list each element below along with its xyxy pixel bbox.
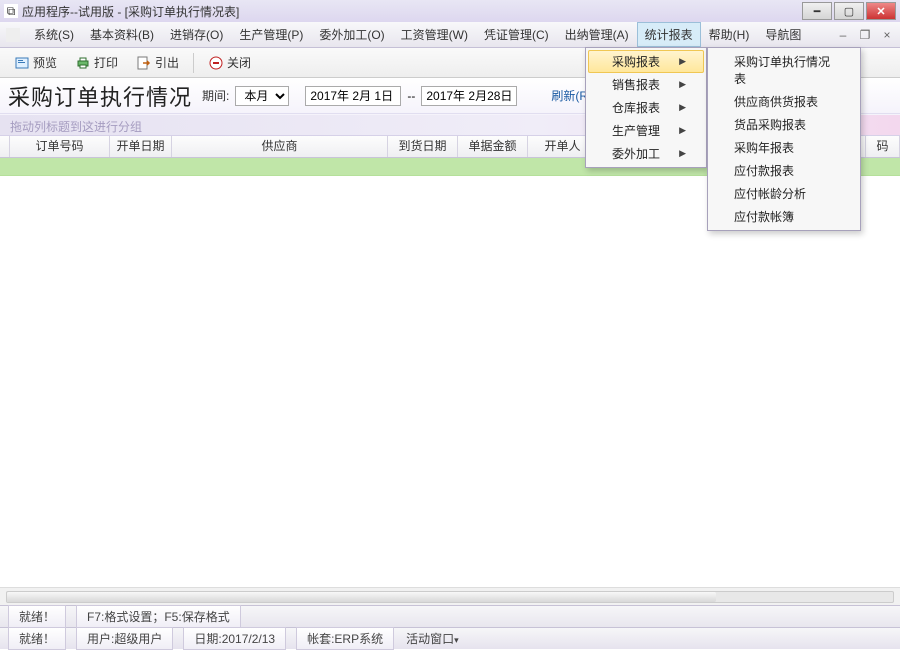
- window-titlebar: ⧉ 应用程序--试用版 - [采购订单执行情况表] ━ ▢ ✕: [0, 0, 900, 22]
- mdi-close-icon[interactable]: ×: [880, 28, 894, 42]
- minimize-button[interactable]: ━: [802, 2, 832, 20]
- menu-production[interactable]: 生产管理(P): [231, 22, 311, 47]
- menu-navmap[interactable]: 导航图: [757, 22, 809, 47]
- preview-icon: [14, 55, 30, 71]
- toolbar-separator: [193, 53, 194, 73]
- submenu-production-reports[interactable]: 生产管理▶: [588, 119, 704, 142]
- submenu-warehouse-reports[interactable]: 仓库报表▶: [588, 96, 704, 119]
- col-code[interactable]: 码: [866, 136, 900, 157]
- date-sep: --: [407, 89, 415, 103]
- app-menu-icon: [6, 28, 20, 42]
- export-icon: [136, 55, 152, 71]
- period-label: 期间:: [202, 87, 229, 104]
- purchase-reports-submenu: 采购订单执行情况表 供应商供货报表 货品采购报表 采购年报表 应付款报表 应付帐…: [707, 47, 861, 231]
- menu-reports[interactable]: 统计报表: [637, 22, 701, 47]
- date-from-input[interactable]: [305, 86, 401, 106]
- horizontal-scrollbar[interactable]: [0, 587, 900, 605]
- window-title: 应用程序--试用版 - [采购订单执行情况表]: [22, 3, 802, 20]
- col-supplier[interactable]: 供应商: [172, 136, 388, 157]
- close-doc-label: 关闭: [227, 54, 251, 71]
- scrollbar-track[interactable]: [6, 591, 894, 603]
- grid-row-selector-col: [0, 136, 10, 157]
- submenu-sales-reports[interactable]: 销售报表▶: [588, 73, 704, 96]
- preview-button[interactable]: 预览: [8, 51, 63, 74]
- menu-system[interactable]: 系统(S): [26, 22, 82, 47]
- menu-salary[interactable]: 工资管理(W): [393, 22, 476, 47]
- status-book: 帐套:ERP系统: [296, 627, 394, 650]
- submenu-purchase-reports[interactable]: 采购报表▶: [588, 50, 704, 73]
- export-button[interactable]: 引出: [130, 51, 185, 74]
- menubar: 系统(S) 基本资料(B) 进销存(O) 生产管理(P) 委外加工(O) 工资管…: [0, 22, 900, 48]
- col-order-date[interactable]: 开单日期: [110, 136, 172, 157]
- close-doc-icon: [208, 55, 224, 71]
- print-label: 打印: [94, 54, 118, 71]
- status-active-window[interactable]: 活动窗口▾: [396, 628, 469, 649]
- close-doc-button[interactable]: 关闭: [202, 51, 257, 74]
- mdi-controls: – ❐ ×: [836, 28, 894, 42]
- page-title: 采购订单执行情况: [8, 80, 192, 112]
- status-date: 日期:2017/2/13: [183, 627, 286, 650]
- report-po-execution[interactable]: 采购订单执行情况表: [710, 50, 858, 90]
- col-delivery-date[interactable]: 到货日期: [388, 136, 458, 157]
- scrollbar-thumb[interactable]: [7, 592, 716, 602]
- chevron-right-icon: ▶: [679, 148, 686, 159]
- chevron-right-icon: ▶: [679, 125, 686, 136]
- app-icon: ⧉: [4, 4, 18, 18]
- preview-label: 预览: [33, 54, 57, 71]
- submenu-outsourcing-reports[interactable]: 委外加工▶: [588, 142, 704, 165]
- mdi-minimize-icon[interactable]: –: [836, 28, 850, 42]
- report-payable[interactable]: 应付款报表: [710, 159, 858, 182]
- chevron-right-icon: ▶: [679, 102, 686, 113]
- menu-basic-data[interactable]: 基本资料(B): [82, 22, 162, 47]
- menu-cashier[interactable]: 出纳管理(A): [557, 22, 637, 47]
- report-payable-ledger[interactable]: 应付款帐簿: [710, 205, 858, 228]
- report-payable-aging[interactable]: 应付帐龄分析: [710, 182, 858, 205]
- status-ready-2: 就绪！: [8, 627, 66, 650]
- report-purchase-yearly[interactable]: 采购年报表: [710, 136, 858, 159]
- mdi-restore-icon[interactable]: ❐: [858, 28, 872, 42]
- menu-inventory[interactable]: 进销存(O): [162, 22, 231, 47]
- outer-statusbar: 就绪！ 用户:超级用户 日期:2017/2/13 帐套:ERP系统 活动窗口▾: [0, 627, 900, 649]
- chevron-right-icon: ▶: [679, 79, 686, 90]
- print-icon: [75, 55, 91, 71]
- close-button[interactable]: ✕: [866, 2, 896, 20]
- report-goods-purchase[interactable]: 货品采购报表: [710, 113, 858, 136]
- print-button[interactable]: 打印: [69, 51, 124, 74]
- menu-help[interactable]: 帮助(H): [701, 22, 758, 47]
- date-to-input[interactable]: [421, 86, 517, 106]
- window-controls: ━ ▢ ✕: [802, 2, 896, 20]
- col-amount[interactable]: 单据金额: [458, 136, 528, 157]
- menu-outsourcing[interactable]: 委外加工(O): [311, 22, 392, 47]
- reports-submenu: 采购报表▶ 销售报表▶ 仓库报表▶ 生产管理▶ 委外加工▶: [585, 47, 707, 168]
- period-select[interactable]: 本月: [235, 86, 289, 106]
- col-order-no[interactable]: 订单号码: [10, 136, 110, 157]
- status-shortcuts: F7:格式设置；F5:保存格式: [76, 605, 241, 628]
- inner-statusbar: 就绪！ F7:格式设置；F5:保存格式: [0, 605, 900, 627]
- maximize-button[interactable]: ▢: [834, 2, 864, 20]
- report-supplier-delivery[interactable]: 供应商供货报表: [710, 90, 858, 113]
- menu-voucher[interactable]: 凭证管理(C): [476, 22, 557, 47]
- chevron-right-icon: ▶: [679, 56, 686, 67]
- status-ready-1: 就绪！: [8, 605, 66, 628]
- export-label: 引出: [155, 54, 179, 71]
- status-user: 用户:超级用户: [76, 627, 173, 650]
